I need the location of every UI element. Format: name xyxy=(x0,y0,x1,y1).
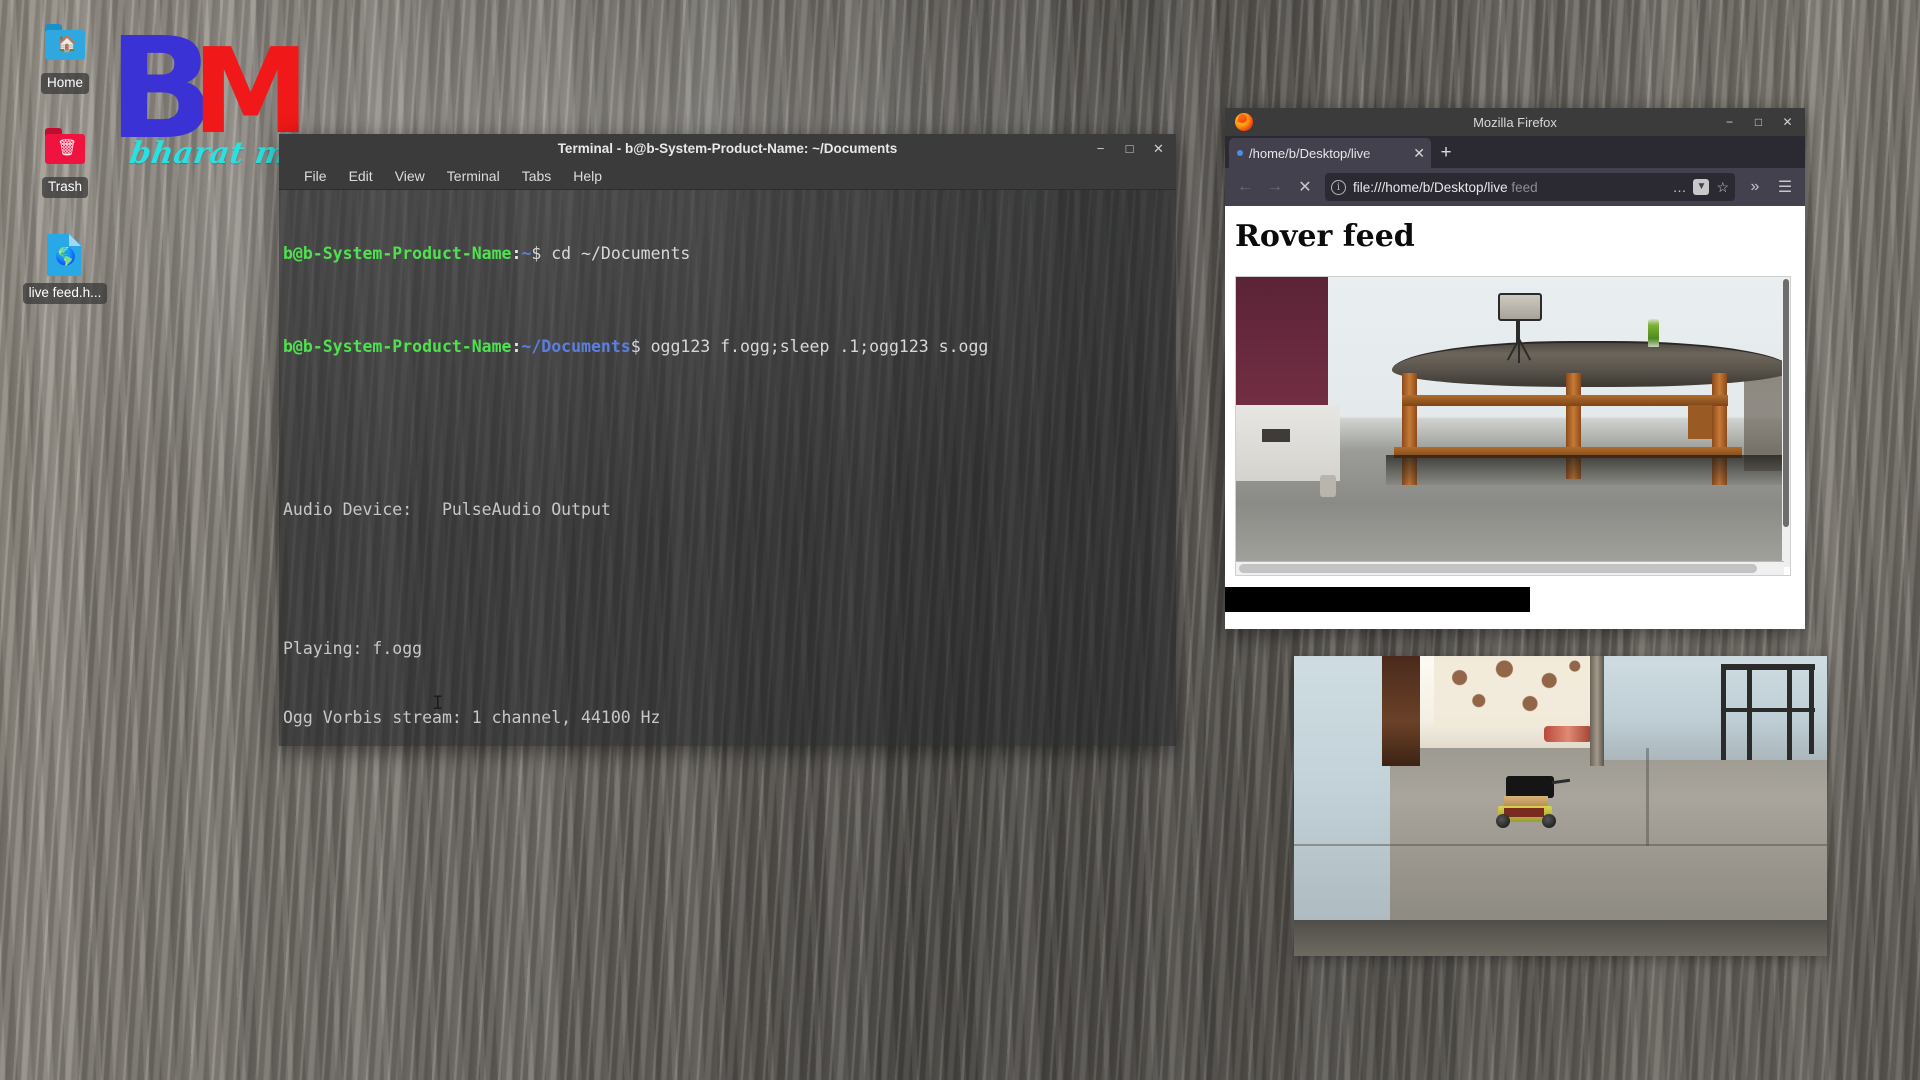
close-icon[interactable]: ✕ xyxy=(1780,115,1795,130)
rover-video-frame xyxy=(1236,277,1784,567)
terminal-line-playing-f: Playing: f.ogg xyxy=(283,638,423,658)
firefox-tabstrip[interactable]: /home/b/Desktop/live ✕ + xyxy=(1225,136,1805,168)
desktop-icon-label: live feed.h... xyxy=(22,283,108,304)
close-tab-icon[interactable]: ✕ xyxy=(1413,146,1425,160)
close-icon[interactable]: ✕ xyxy=(1151,141,1166,156)
menu-item-edit[interactable]: Edit xyxy=(338,165,384,187)
address-bar[interactable]: i file:///home/b/Desktop/live feed … ▼ ☆ xyxy=(1325,173,1735,201)
minimize-icon[interactable]: − xyxy=(1093,141,1108,156)
menu-item-tabs[interactable]: Tabs xyxy=(511,165,563,187)
logo-letter-m: M xyxy=(192,22,310,160)
rover-pcb xyxy=(1504,808,1544,817)
rover-body xyxy=(1506,776,1554,798)
terminal-line-stream: Ogg Vorbis stream: 1 channel, 44100 Hz xyxy=(283,708,661,728)
home-folder-icon: 🏠 xyxy=(37,22,93,70)
terminal-output-area[interactable]: b@b-System-Product-Name:~$ cd ~/Document… xyxy=(279,190,1176,746)
desktop-icon-label: Trash xyxy=(41,177,88,198)
scrollbar-thumb[interactable] xyxy=(1239,564,1757,573)
back-button[interactable]: ← xyxy=(1231,173,1259,201)
forward-button[interactable]: → xyxy=(1261,173,1289,201)
tab-indicator-dot xyxy=(1237,150,1243,156)
desktop-icon-home[interactable]: 🏠 Home xyxy=(22,22,108,99)
page-actions-icon[interactable]: … xyxy=(1672,179,1686,195)
firefox-logo-icon xyxy=(1235,113,1253,131)
minimize-icon[interactable]: − xyxy=(1722,115,1737,130)
rover-video-stream-container[interactable] xyxy=(1235,276,1791,576)
mouse-text-cursor: I xyxy=(432,694,443,713)
firefox-navbar[interactable]: ← → ✕ i file:///home/b/Desktop/live feed… xyxy=(1225,168,1805,206)
rover-corridor-video[interactable] xyxy=(1294,656,1827,956)
firefox-title: Mozilla Firefox xyxy=(1473,114,1557,130)
tab-title: /home/b/Desktop/live xyxy=(1249,145,1371,161)
menu-item-help[interactable]: Help xyxy=(562,165,613,187)
hamburger-menu-icon[interactable]: ☰ xyxy=(1771,173,1799,201)
html-document-icon: 🌎 xyxy=(37,232,93,280)
desktop-icon-label: Home xyxy=(40,73,89,94)
stool-shape xyxy=(1721,664,1815,762)
scrollbar-thumb[interactable] xyxy=(1783,279,1789,527)
page-info-icon[interactable]: i xyxy=(1331,179,1346,195)
desktop: 🏠 Home 🗑 Trash 🌎 live feed.h... B M bhar… xyxy=(0,0,1920,1080)
menu-item-file[interactable]: File xyxy=(293,165,338,187)
firefox-window[interactable]: Mozilla Firefox − □ ✕ /home/b/Desktop/li… xyxy=(1225,108,1805,629)
browser-tab-live-feed[interactable]: /home/b/Desktop/live ✕ xyxy=(1229,138,1431,168)
menu-item-terminal[interactable]: Terminal xyxy=(436,165,511,187)
page-black-bar xyxy=(1225,587,1530,612)
terminal-line-audio-device: Audio Device: PulseAudio Output xyxy=(283,499,611,519)
maximize-icon[interactable]: □ xyxy=(1122,141,1137,156)
terminal-line-prompt-1: b@b-System-Product-Name:~$ cd ~/Document… xyxy=(283,244,691,264)
terminal-menubar[interactable]: File Edit View Terminal Tabs Help xyxy=(279,162,1176,190)
menu-item-view[interactable]: View xyxy=(384,165,436,187)
terminal-titlebar[interactable]: Terminal - b@b-System-Product-Name: ~/Do… xyxy=(279,134,1176,162)
page-heading: Rover feed xyxy=(1235,219,1415,254)
stop-button[interactable]: ✕ xyxy=(1291,173,1319,201)
terminal-window[interactable]: Terminal - b@b-System-Product-Name: ~/Do… xyxy=(279,134,1176,746)
video-vertical-scrollbar[interactable] xyxy=(1782,277,1790,567)
overflow-chevrons-icon[interactable]: » xyxy=(1741,173,1769,201)
maximize-icon[interactable]: □ xyxy=(1751,115,1766,130)
new-tab-button[interactable]: + xyxy=(1431,138,1461,168)
terminal-line-prompt-2: b@b-System-Product-Name:~/Documents$ ogg… xyxy=(283,337,989,357)
page-content: Rover feed xyxy=(1225,206,1805,629)
terminal-title: Terminal - b@b-System-Product-Name: ~/Do… xyxy=(557,140,898,156)
firefox-titlebar[interactable]: Mozilla Firefox − □ ✕ xyxy=(1225,108,1805,136)
desktop-icon-trash[interactable]: 🗑 Trash xyxy=(22,126,108,203)
address-bar-text: file:///home/b/Desktop/live feed xyxy=(1353,179,1538,195)
pocket-icon[interactable]: ▼ xyxy=(1693,179,1710,195)
desktop-icon-live-feed[interactable]: 🌎 live feed.h... xyxy=(22,232,108,309)
video-horizontal-scrollbar[interactable] xyxy=(1236,561,1784,575)
trash-folder-icon: 🗑 xyxy=(37,126,93,174)
bookmark-star-icon[interactable]: ☆ xyxy=(1716,179,1729,196)
